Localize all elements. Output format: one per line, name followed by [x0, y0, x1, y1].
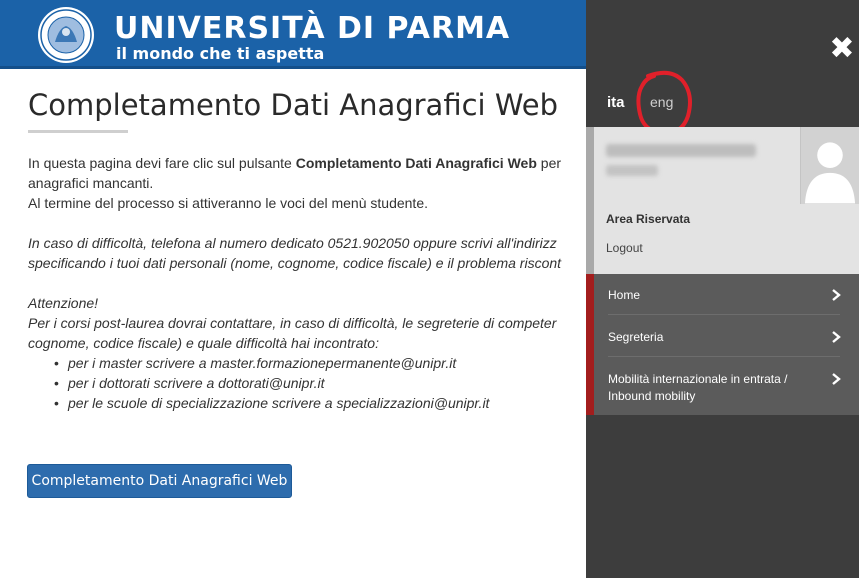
nav-accent-strip: [586, 274, 594, 415]
nav-item-segreteria[interactable]: Segreteria: [608, 329, 841, 346]
nav-item-label: Inbound mobility: [608, 389, 696, 403]
nav-item-mobilita[interactable]: Mobilità internazionale in entrata / Inb…: [608, 371, 841, 405]
list-item: per le scuole di specializzazione scrive…: [54, 393, 588, 413]
intro-line-1: In questa pagina devi fare clic sul puls…: [28, 155, 562, 171]
user-box-accent: [586, 127, 594, 274]
intro-paragraph: In questa pagina devi fare clic sul puls…: [28, 153, 588, 213]
title-underline: [28, 130, 128, 133]
attention-paragraph: Attenzione! Per i corsi post-laurea dovr…: [28, 293, 588, 413]
button-name-reference: Completamento Dati Anagrafici Web: [295, 155, 537, 171]
language-eng-link[interactable]: eng: [650, 94, 673, 110]
chevron-right-icon: [832, 331, 841, 343]
side-nav-menu: Home Segreteria Mobilità internazionale …: [586, 274, 859, 415]
list-item: per i dottorati scrivere a dottorati@uni…: [54, 373, 588, 393]
nav-item-label: Mobilità internazionale in entrata /: [608, 372, 788, 386]
intro-line-3: Al termine del processo si attiveranno l…: [28, 195, 428, 211]
university-tagline: il mondo che ti aspetta: [116, 44, 325, 63]
nav-item-home[interactable]: Home: [608, 287, 841, 304]
attention-line-2: Per i corsi post-laurea dovrai contattar…: [28, 315, 557, 331]
nav-divider: [608, 356, 840, 357]
logout-link[interactable]: Logout: [606, 241, 643, 255]
nav-item-label: Home: [608, 288, 641, 302]
help-line-1: In caso di difficoltà, telefona al numer…: [28, 235, 557, 251]
nav-divider: [608, 314, 840, 315]
page-title: Completamento Dati Anagrafici Web: [28, 88, 559, 122]
close-icon[interactable]: ✖: [829, 34, 855, 64]
help-paragraph: In caso di difficoltà, telefona al numer…: [28, 233, 588, 273]
list-item: per i master scrivere a master.formazion…: [54, 353, 588, 373]
chevron-right-icon: [832, 373, 841, 385]
completamento-dati-button[interactable]: Completamento Dati Anagrafici Web: [27, 464, 292, 498]
intro-line-2: anagrafici mancanti.: [28, 175, 154, 191]
chevron-right-icon: [832, 289, 841, 301]
area-riservata-label: Area Riservata: [606, 212, 691, 226]
contact-list: per i master scrivere a master.formazion…: [54, 353, 588, 413]
attention-heading: Attenzione!: [28, 295, 99, 311]
help-line-2: specificando i tuoi dati personali (nome…: [28, 255, 562, 271]
attention-line-3: cognome, codice fiscale) e quale diffico…: [28, 335, 379, 351]
avatar-icon: [800, 127, 859, 204]
university-seal-icon[interactable]: [37, 6, 95, 64]
language-ita-link[interactable]: ita: [607, 94, 625, 111]
university-name: UNIVERSITÀ DI PARMA: [114, 11, 511, 46]
blurred-user-id: [606, 165, 658, 176]
nav-item-label: Segreteria: [608, 330, 664, 344]
blurred-user-name: [606, 144, 756, 157]
main-content: Completamento Dati Anagrafici Web In que…: [28, 88, 588, 413]
